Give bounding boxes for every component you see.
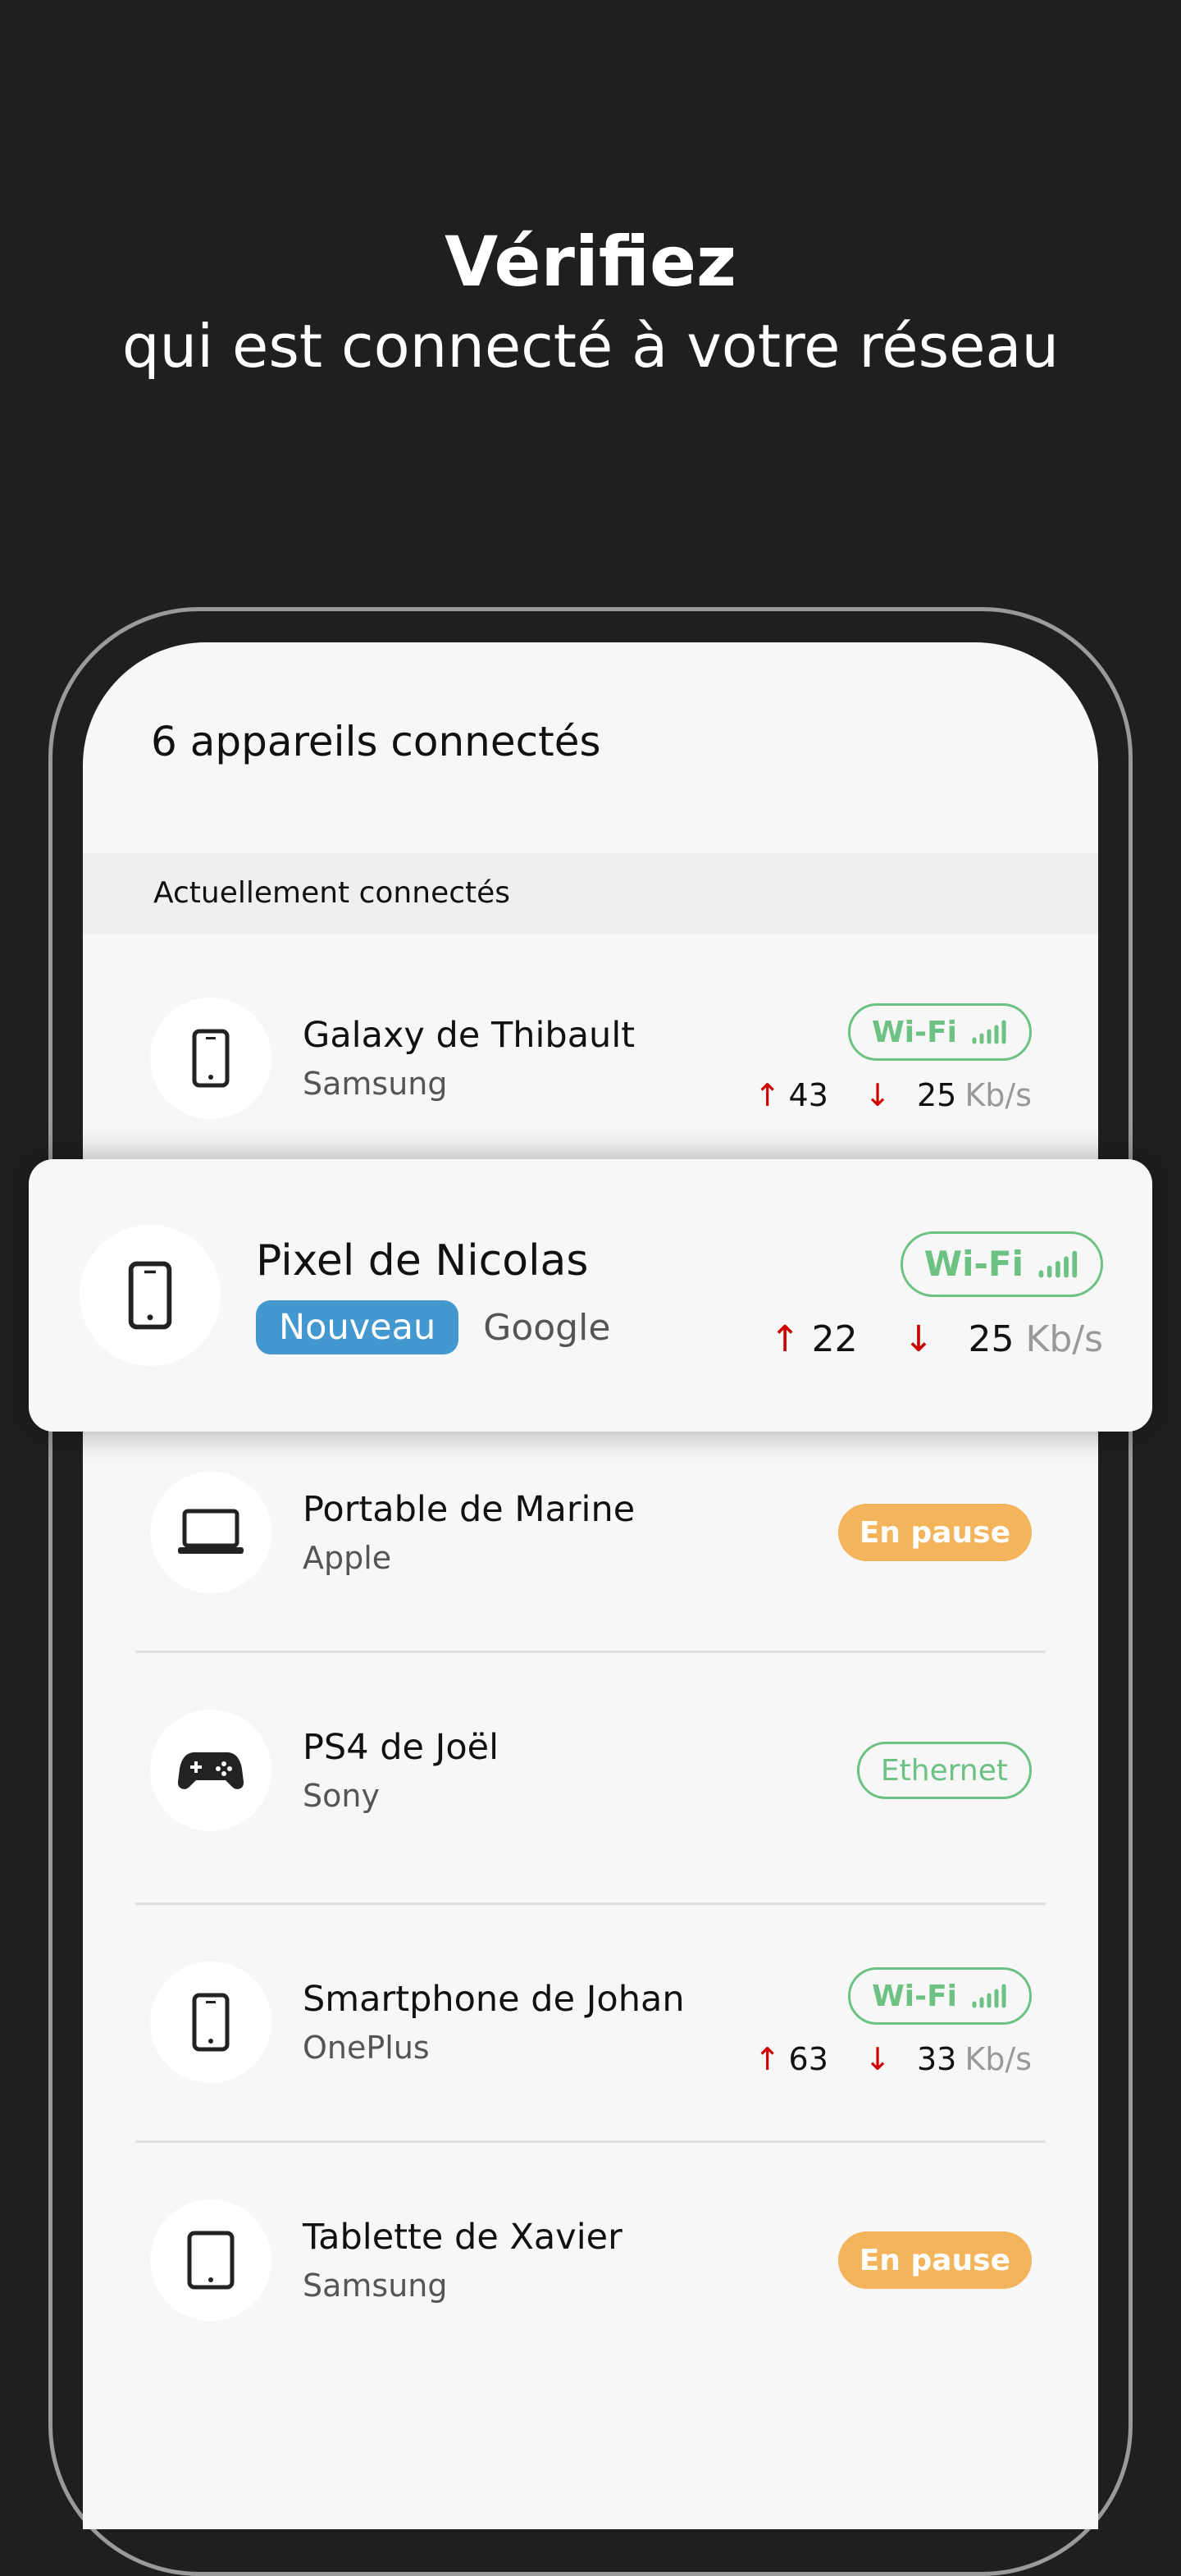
speed-unit: Kb/s: [1025, 1318, 1103, 1360]
status-badge: En pause: [837, 2231, 1032, 2289]
phone-screen: 6 appareils connectés Actuellement conne…: [83, 642, 1098, 2529]
tablet-icon: [187, 2231, 235, 2290]
download-speed: 25: [917, 1077, 957, 1113]
status-label: Wi-Fi: [923, 1244, 1024, 1284]
device-brand: Google: [483, 1306, 611, 1349]
device-brand: Samsung: [303, 2268, 448, 2304]
device-row[interactable]: Tablette de Xavier Samsung En pause: [83, 2178, 1098, 2342]
device-brand: Samsung: [303, 1066, 448, 1102]
device-icon-circle: [150, 1472, 271, 1593]
device-row[interactable]: PS4 de Joël Sony Ethernet: [83, 1688, 1098, 1852]
headline-subtitle: qui est connecté à votre réseau: [121, 312, 1060, 381]
download-arrow-icon: ↓: [864, 1077, 891, 1113]
signal-bars-icon: [972, 1020, 1006, 1044]
device-icon-circle: [150, 998, 271, 1119]
upload-arrow-icon: ↑: [754, 1077, 781, 1113]
device-brand: Apple: [303, 1540, 392, 1576]
status-label: Wi-Fi: [872, 1015, 957, 1049]
status-label: Wi-Fi: [872, 1979, 957, 2013]
speed-readout: ↑ 63 ↓ 33 Kb/s: [755, 2041, 1032, 2077]
headline-title: Vérifiez: [445, 222, 736, 302]
upload-arrow-icon: ↑: [754, 2041, 781, 2077]
device-icon-circle: [80, 1225, 221, 1366]
status-badge: Ethernet: [856, 1742, 1032, 1799]
new-badge: Nouveau: [256, 1300, 459, 1354]
divider: [135, 1902, 1046, 1905]
status-badge: Wi-Fi: [900, 1231, 1103, 1297]
device-icon-circle: [150, 1962, 271, 2083]
device-name: Galaxy de Thibault: [303, 1015, 636, 1056]
status-badge: En pause: [837, 1504, 1032, 1561]
upload-speed: 43: [788, 1077, 828, 1113]
device-icon-circle: [150, 2199, 271, 2321]
signal-bars-icon: [1038, 1250, 1078, 1277]
signal-bars-icon: [972, 1984, 1006, 2008]
device-name: Pixel de Nicolas: [256, 1236, 589, 1286]
device-icon-circle: [150, 1710, 271, 1831]
status-label: En pause: [859, 2243, 1010, 2277]
download-speed: 25: [968, 1318, 1015, 1360]
device-name: Tablette de Xavier: [303, 2217, 622, 2258]
upload-speed: 63: [788, 2041, 828, 2077]
divider: [135, 1651, 1046, 1653]
smartphone-icon: [192, 1993, 230, 2052]
device-row[interactable]: Portable de Marine Apple En pause: [83, 1450, 1098, 1615]
speed-unit: Kb/s: [964, 2041, 1032, 2077]
device-name: Portable de Marine: [303, 1489, 636, 1530]
download-arrow-icon: ↓: [903, 1318, 934, 1360]
devices-count-title: 6 appareils connectés: [151, 718, 601, 765]
device-brand: Sony: [303, 1778, 380, 1814]
device-name: PS4 de Joël: [303, 1727, 499, 1768]
status-label: En pause: [859, 1515, 1010, 1550]
status-badge: Wi-Fi: [848, 1003, 1032, 1061]
laptop-icon: [178, 1509, 244, 1554]
device-name: Smartphone de Johan: [303, 1979, 685, 2020]
smartphone-icon: [192, 1029, 230, 1088]
gamepad-icon: [178, 1752, 244, 1789]
device-brand: OnePlus: [303, 2030, 430, 2066]
status-badge: Wi-Fi: [848, 1967, 1032, 2025]
upload-speed: 22: [811, 1318, 858, 1360]
divider: [135, 2140, 1046, 2143]
speed-readout: ↑ 22 ↓ 25 Kb/s: [770, 1318, 1103, 1360]
download-speed: 33: [917, 2041, 957, 2077]
status-label: Ethernet: [880, 1753, 1008, 1788]
section-label: Actuellement connectés: [153, 876, 511, 910]
speed-unit: Kb/s: [964, 1077, 1032, 1113]
device-row[interactable]: Smartphone de Johan OnePlus Wi-Fi ↑ 63 ↓ 3…: [83, 1940, 1098, 2104]
download-arrow-icon: ↓: [864, 2041, 891, 2077]
highlighted-device-card[interactable]: Pixel de Nicolas Nouveau Google Wi-Fi ↑ 22…: [29, 1159, 1152, 1432]
smartphone-icon: [128, 1261, 172, 1330]
section-header: Actuellement connectés: [83, 853, 1098, 934]
device-row[interactable]: Galaxy de Thibault Samsung Wi-Fi ↑ 43 ↓ 25…: [83, 976, 1098, 1140]
speed-readout: ↑ 43 ↓ 25 Kb/s: [755, 1077, 1032, 1113]
upload-arrow-icon: ↑: [769, 1318, 800, 1360]
